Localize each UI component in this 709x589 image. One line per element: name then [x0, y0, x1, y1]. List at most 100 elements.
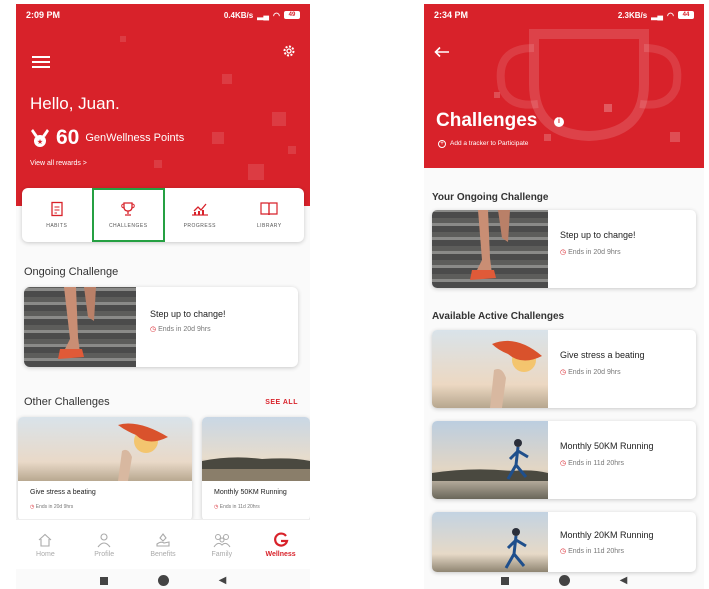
tab-progress[interactable]: PROGRESS — [165, 188, 235, 242]
svg-text:★: ★ — [37, 138, 43, 146]
tab-label-progress: PROGRESS — [183, 223, 216, 229]
challenge-ends: ◷ Ends in 20d 9hrs — [30, 504, 73, 510]
system-nav-bar: ◀ — [424, 572, 704, 589]
clock-icon: ◷ — [30, 504, 35, 510]
phone-screen-home: 2:09 PM 0.4KB/s ▂▄ ◠ 49 Hello, Juan. ★ 6… — [16, 4, 310, 589]
battery-icon: 44 — [678, 11, 694, 19]
library-icon — [260, 202, 278, 216]
challenge-image — [24, 287, 136, 367]
points-label: GenWellness Points — [85, 132, 185, 144]
nav-benefits[interactable]: Benefits — [134, 520, 193, 569]
challenge-image — [432, 330, 548, 408]
challenge-image — [432, 512, 548, 572]
tab-label-challenges: CHALLENGES — [108, 223, 148, 229]
available-challenge-card[interactable]: Monthly 50KM Running ◷ Ends in 11d 20hrs — [432, 421, 696, 499]
recents-icon[interactable] — [500, 576, 509, 585]
clock-icon: ◷ — [560, 249, 567, 256]
ongoing-challenge-card[interactable]: Step up to change! ◷ Ends in 20d 9hrs — [432, 210, 696, 288]
gear-icon[interactable] — [282, 44, 296, 58]
challenge-ends: ◷ Ends in 20d 9hrs — [150, 325, 211, 333]
system-nav-bar: ◀ — [16, 572, 310, 589]
benefits-icon — [156, 532, 170, 547]
network-speed: 2.3KB/s — [617, 10, 648, 20]
challenge-title: Monthly 50KM Running — [560, 441, 654, 451]
status-bar: 2:09 PM 0.4KB/s ▂▄ ◠ 49 — [16, 4, 310, 26]
wifi-icon: ◠ — [667, 10, 674, 20]
other-challenge-card[interactable]: Give stress a beating ◷ Ends in 20d 9hrs — [18, 417, 192, 521]
challenge-title: Step up to change! — [560, 230, 636, 240]
home-button-icon[interactable] — [157, 575, 169, 586]
challenge-ends-text: Ends in 20d 9hrs — [158, 326, 211, 333]
wellness-icon — [273, 531, 288, 547]
nav-wellness[interactable]: Wellness — [251, 520, 310, 569]
nav-label-family: Family — [211, 550, 233, 558]
challenge-title: Monthly 20KM Running — [560, 530, 654, 540]
challenge-image — [432, 210, 548, 288]
family-icon — [213, 533, 231, 547]
nav-label-profile: Profile — [94, 550, 115, 558]
challenge-ends-text: Ends in 20d 9hrs — [568, 369, 621, 376]
see-all-link[interactable]: SEE ALL — [265, 399, 298, 406]
nav-label-wellness: Wellness — [265, 550, 296, 558]
view-rewards-link[interactable]: View all rewards > — [30, 160, 87, 167]
challenge-ends-text: Ends in 20d 9hrs — [568, 249, 621, 256]
tab-habits[interactable]: HABITS — [22, 188, 92, 242]
phone-screen-challenges: 2:34 PM 2.3KB/s ▂▄ ◠ 44 Challenges i + Ad… — [424, 4, 704, 589]
recents-icon[interactable] — [99, 576, 108, 585]
challenge-ends: ◷ Ends in 11d 20hrs — [560, 459, 624, 467]
tab-label-library: LIBRARY — [256, 223, 282, 229]
challenge-ends-text: Ends in 20d 9hrs — [35, 504, 74, 510]
challenge-ends-text: Ends in 11d 20hrs — [219, 504, 260, 510]
add-tracker-text: Add a tracker to Participate — [450, 140, 529, 147]
bottom-nav: Home Profile Benefits Family Wellness — [16, 519, 310, 569]
feature-tabs: HABITS CHALLENGES PROGRESS LIBRARY — [22, 188, 304, 242]
info-icon[interactable]: i — [554, 117, 564, 127]
ongoing-challenge-card[interactable]: Step up to change! ◷ Ends in 20d 9hrs — [24, 287, 298, 367]
clock-icon: ◷ — [560, 460, 567, 467]
ongoing-challenge-heading: Your Ongoing Challenge — [432, 192, 549, 203]
tab-challenges[interactable]: CHALLENGES — [91, 188, 165, 242]
back-button-icon[interactable]: ◀ — [620, 575, 628, 586]
tab-library[interactable]: LIBRARY — [235, 188, 305, 242]
home-button-icon[interactable] — [558, 575, 570, 586]
clock-icon: ◷ — [560, 548, 567, 555]
challenge-ends: ◷ Ends in 11d 20hrs — [214, 504, 260, 510]
greeting: Hello, Juan. — [30, 94, 120, 113]
home-icon — [39, 533, 52, 547]
clock-icon: ◷ — [150, 326, 157, 333]
nav-label-benefits: Benefits — [150, 550, 176, 558]
nav-home[interactable]: Home — [16, 520, 75, 569]
challenge-title: Step up to change! — [150, 309, 226, 319]
challenge-image — [202, 417, 310, 481]
battery-icon: 49 — [284, 11, 300, 19]
available-challenges-heading: Available Active Challenges — [432, 311, 565, 322]
challenge-image — [18, 417, 192, 481]
ongoing-challenge-heading: Ongoing Challenge — [24, 266, 119, 278]
network-speed: 0.4KB/s — [223, 10, 254, 20]
progress-icon — [191, 203, 208, 216]
clock-icon: ◷ — [560, 369, 567, 376]
signal-icon: ▂▄ — [651, 10, 664, 20]
other-challenge-card[interactable]: Monthly 50KM Running ◷ Ends in 11d 20hrs — [202, 417, 310, 521]
other-challenges-heading: Other Challenges — [24, 396, 110, 408]
points-value: 60 — [56, 126, 80, 149]
available-challenge-card[interactable]: Give stress a beating ◷ Ends in 20d 9hrs — [432, 330, 696, 408]
back-button-icon[interactable]: ◀ — [219, 575, 227, 586]
trophy-icon — [121, 202, 135, 216]
page-title: Challenges — [436, 110, 538, 131]
status-time: 2:34 PM — [434, 10, 469, 20]
tab-label-habits: HABITS — [46, 223, 68, 229]
back-arrow-icon[interactable] — [434, 46, 450, 58]
medal-icon: ★ — [31, 129, 49, 147]
challenge-title: Give stress a beating — [30, 489, 96, 496]
challenge-ends: ◷ Ends in 20d 9hrs — [560, 368, 621, 376]
runner-legs-image — [58, 287, 96, 359]
nav-profile[interactable]: Profile — [75, 520, 134, 569]
menu-icon[interactable] — [32, 56, 50, 68]
clock-icon: ◷ — [214, 504, 219, 510]
add-tracker-link[interactable]: + Add a tracker to Participate — [438, 140, 528, 148]
challenge-ends: ◷ Ends in 20d 9hrs — [560, 248, 621, 256]
status-time: 2:09 PM — [26, 10, 61, 20]
available-challenge-card[interactable]: Monthly 20KM Running ◷ Ends in 11d 20hrs — [432, 512, 696, 572]
nav-family[interactable]: Family — [192, 520, 251, 569]
